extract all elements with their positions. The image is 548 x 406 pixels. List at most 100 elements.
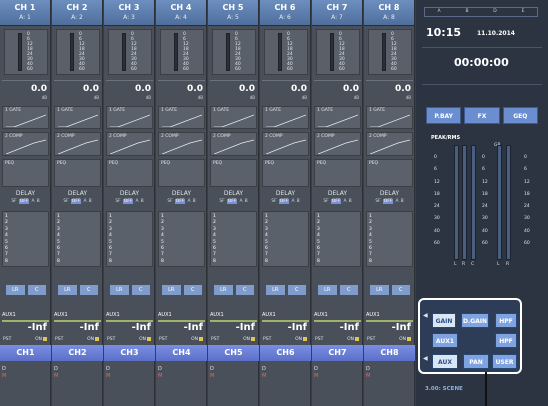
hpf-button[interactable]: HPF xyxy=(495,313,517,328)
delay-opt-sf[interactable]: SF xyxy=(219,199,224,204)
c-button[interactable]: C xyxy=(287,285,306,295)
on-indicator[interactable] xyxy=(43,337,47,341)
left-triangle-icon-2[interactable]: ◀ xyxy=(423,355,428,362)
delay-opt-off[interactable]: OFF xyxy=(278,199,290,204)
c-button[interactable]: C xyxy=(79,285,98,295)
delay-opt-a[interactable]: A xyxy=(343,199,346,204)
routing-section[interactable]: 12345678 xyxy=(366,211,413,267)
gain-display[interactable]: 0.0 dB xyxy=(262,80,309,102)
user-button[interactable]: USER xyxy=(492,354,517,369)
delay-section[interactable]: DELAY SF OFF A B xyxy=(2,190,49,210)
delay-opt-a[interactable]: A xyxy=(395,199,398,204)
delay-opt-b[interactable]: B xyxy=(89,199,92,204)
gain-display[interactable]: 0.0 dB xyxy=(54,80,101,102)
lr-button[interactable]: LR xyxy=(266,285,285,295)
routing-section[interactable]: 12345678 xyxy=(314,211,361,267)
gain-display[interactable]: 0.0 dB xyxy=(158,80,205,102)
gate-section[interactable]: 1 GATE xyxy=(106,106,153,129)
delay-opt-sf[interactable]: SF xyxy=(11,199,16,204)
gain-display[interactable]: 0.0 dB xyxy=(106,80,153,102)
lr-button[interactable]: LR xyxy=(6,285,25,295)
left-triangle-icon[interactable]: ◀ xyxy=(423,312,428,319)
c-button[interactable]: C xyxy=(339,285,358,295)
gate-section[interactable]: 1 GATE xyxy=(210,106,257,129)
lr-button[interactable]: LR xyxy=(214,285,233,295)
gate-section[interactable]: 1 GATE xyxy=(366,106,413,129)
delay-opt-b[interactable]: B xyxy=(401,199,404,204)
gate-section[interactable]: 1 GATE xyxy=(54,106,101,129)
on-indicator[interactable] xyxy=(355,337,359,341)
dgain-button[interactable]: D.GAIN xyxy=(461,313,489,328)
delay-section[interactable]: DELAY SF OFF A B xyxy=(210,190,257,210)
channel-header[interactable]: CH 7 A: 7 xyxy=(312,0,362,26)
delay-opt-a[interactable]: A xyxy=(291,199,294,204)
on-indicator[interactable] xyxy=(251,337,255,341)
delay-section[interactable]: DELAY SF OFF A B xyxy=(158,190,205,210)
delay-section[interactable]: DELAY SF OFF A B xyxy=(314,190,361,210)
channel-name[interactable]: CH6 xyxy=(260,345,311,361)
delay-opt-sf[interactable]: SF xyxy=(375,199,380,204)
scene-indicator[interactable]: 3.00: SCENE xyxy=(425,386,463,392)
delay-opt-b[interactable]: B xyxy=(245,199,248,204)
hpf-button-2[interactable]: HPF xyxy=(495,333,517,348)
geq-button[interactable]: GEQ xyxy=(502,107,538,124)
comp-section[interactable]: 2 COMP xyxy=(262,132,309,156)
pst-label[interactable]: PST xyxy=(211,337,219,342)
delay-opt-off[interactable]: OFF xyxy=(382,199,394,204)
on-indicator[interactable] xyxy=(147,337,151,341)
lr-button[interactable]: LR xyxy=(58,285,77,295)
lr-button[interactable]: LR xyxy=(110,285,129,295)
session-timer[interactable]: 00:00:00 xyxy=(454,56,509,69)
delay-opt-b[interactable]: B xyxy=(37,199,40,204)
delay-section[interactable]: DELAY SF OFF A B xyxy=(262,190,309,210)
comp-section[interactable]: 2 COMP xyxy=(2,132,49,156)
routing-section[interactable]: 12345678 xyxy=(106,211,153,267)
gain-button[interactable]: GAIN xyxy=(432,313,456,328)
channel-header[interactable]: CH 1 A: 1 xyxy=(0,0,50,26)
channel-name[interactable]: CH7 xyxy=(312,345,363,361)
delay-opt-a[interactable]: A xyxy=(135,199,138,204)
delay-opt-sf[interactable]: SF xyxy=(167,199,172,204)
aux1-button[interactable]: AUX1 xyxy=(432,333,458,348)
delay-opt-b[interactable]: B xyxy=(141,199,144,204)
channel-name[interactable]: CH3 xyxy=(104,345,155,361)
channel-name[interactable]: CH8 xyxy=(364,345,415,361)
peq-section[interactable]: PEQ xyxy=(158,159,205,187)
delay-opt-sf[interactable]: SF xyxy=(271,199,276,204)
delay-opt-off[interactable]: OFF xyxy=(122,199,134,204)
channel-header[interactable]: CH 4 A: 4 xyxy=(156,0,206,26)
c-button[interactable]: C xyxy=(235,285,254,295)
lr-button[interactable]: LR xyxy=(318,285,337,295)
comp-section[interactable]: 2 COMP xyxy=(210,132,257,156)
aux-button[interactable]: AUX xyxy=(432,354,458,369)
routing-section[interactable]: 12345678 xyxy=(2,211,49,267)
fx-button[interactable]: FX xyxy=(464,107,500,124)
delay-section[interactable]: DELAY SF OFF A B xyxy=(366,190,413,210)
on-indicator[interactable] xyxy=(95,337,99,341)
comp-section[interactable]: 2 COMP xyxy=(106,132,153,156)
comp-section[interactable]: 2 COMP xyxy=(366,132,413,156)
gain-display[interactable]: 0.0 dB xyxy=(2,80,49,102)
gain-display[interactable]: 0.0 dB xyxy=(314,80,361,102)
gate-section[interactable]: 1 GATE xyxy=(314,106,361,129)
peq-section[interactable]: PEQ xyxy=(262,159,309,187)
delay-opt-off[interactable]: OFF xyxy=(18,199,30,204)
routing-section[interactable]: 12345678 xyxy=(54,211,101,267)
delay-opt-b[interactable]: B xyxy=(297,199,300,204)
channel-header[interactable]: CH 5 A: 5 xyxy=(208,0,258,26)
pst-label[interactable]: PST xyxy=(3,337,11,342)
delay-opt-sf[interactable]: SF xyxy=(63,199,68,204)
delay-opt-a[interactable]: A xyxy=(187,199,190,204)
pst-label[interactable]: PST xyxy=(315,337,323,342)
channel-name[interactable]: CH5 xyxy=(208,345,259,361)
pst-label[interactable]: PST xyxy=(159,337,167,342)
on-indicator[interactable] xyxy=(407,337,411,341)
delay-section[interactable]: DELAY SF OFF A B xyxy=(54,190,101,210)
pbay-button[interactable]: P.BAY xyxy=(426,107,462,124)
c-button[interactable]: C xyxy=(27,285,46,295)
channel-name[interactable]: CH4 xyxy=(156,345,207,361)
on-indicator[interactable] xyxy=(303,337,307,341)
peq-section[interactable]: PEQ xyxy=(210,159,257,187)
channel-name[interactable]: CH1 xyxy=(0,345,51,361)
peq-section[interactable]: PEQ xyxy=(106,159,153,187)
